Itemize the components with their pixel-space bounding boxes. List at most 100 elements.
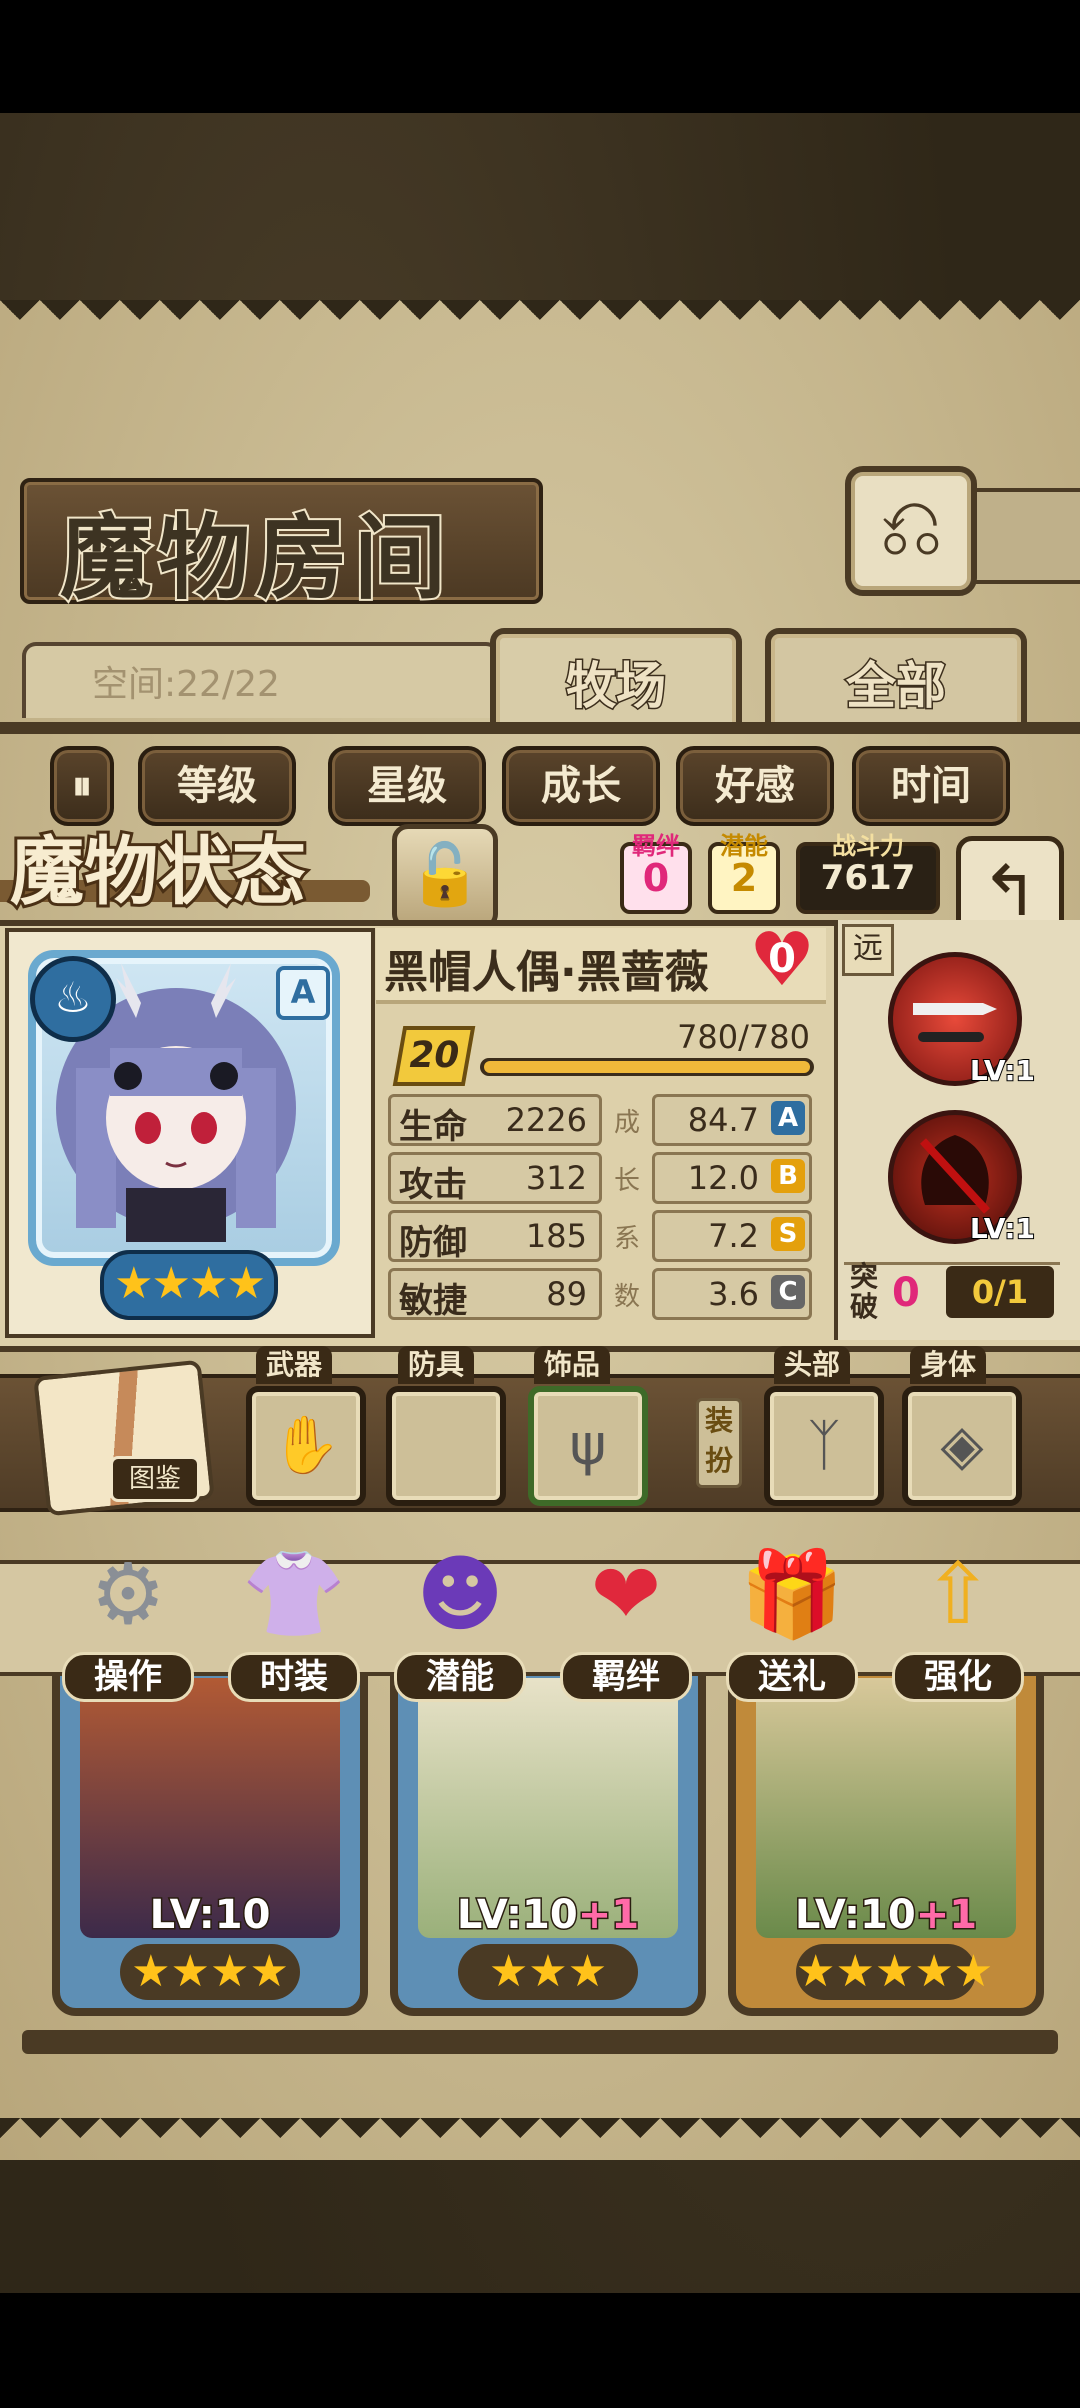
demon-potential-icon: ☻ xyxy=(416,1545,504,1643)
potential-counter: 潜能 2 xyxy=(708,832,780,914)
monster-name: 黑帽人偶·黑蔷薇 xyxy=(384,947,709,998)
combat-power-counter: 战斗力 7617 xyxy=(796,832,940,914)
pause-sort-icon: ⏸ xyxy=(72,763,92,809)
monster-stars: ★★★★ xyxy=(100,1250,278,1320)
stat-value: 312 xyxy=(525,1159,587,1197)
tab-divider xyxy=(0,722,1080,734)
bond-label: 羁绊 xyxy=(632,832,680,860)
monster-card-level: LV:10+1 xyxy=(398,1891,698,1940)
monster-card-level: LV:10+1 xyxy=(736,1891,1036,1940)
skill-1-level: LV:1 xyxy=(969,1053,1036,1088)
gear-icon: ⚙ xyxy=(90,1545,166,1643)
codex-label[interactable]: 图鉴 xyxy=(110,1456,200,1502)
growth-value: 12.0 xyxy=(687,1159,759,1197)
card-level-text: LV:10 xyxy=(148,1891,272,1940)
growth-value: 7.2 xyxy=(708,1217,759,1255)
monster-card-stars: ★★★ xyxy=(458,1944,638,2000)
action-button-2[interactable]: ☻ 潜能 xyxy=(394,1538,526,1702)
action-label: 操作 xyxy=(62,1652,194,1702)
skill-slot-1[interactable]: LV:1 xyxy=(888,952,1036,1088)
stat-name: 生命 xyxy=(399,1107,467,1147)
weapon-slot-label: 武器 xyxy=(256,1346,333,1384)
stat-row: 敏捷 89 xyxy=(388,1268,602,1321)
back-button-rail xyxy=(965,488,1080,584)
room-title: 魔物房间 xyxy=(58,502,453,614)
body-slot-label: 身体 xyxy=(910,1346,987,1384)
growth-coefficient-label: 成 长 系 数 xyxy=(612,1094,642,1326)
sort-button-stars[interactable]: 星级 xyxy=(328,746,486,826)
outfit-icon: 👚 xyxy=(241,1545,347,1643)
panel-torn-edge-top xyxy=(0,300,1080,340)
armor-slot-label: 防具 xyxy=(398,1346,475,1384)
exp-text: 780/780 xyxy=(677,1018,810,1056)
tab-ranch[interactable]: 牧场 xyxy=(490,628,742,734)
monster-card-level: LV:10 xyxy=(60,1891,360,1940)
growth-value: 84.7 xyxy=(687,1101,759,1139)
growth-label-char: 成 xyxy=(613,1108,640,1138)
growth-row: 12.0 B xyxy=(652,1152,812,1204)
tab-all[interactable]: 全部 xyxy=(765,628,1027,734)
rank-badge: A xyxy=(276,966,330,1020)
weapon-slot[interactable]: ✋ xyxy=(246,1386,366,1506)
body-crest-icon: ◈ xyxy=(940,1413,984,1478)
action-label: 时装 xyxy=(228,1652,360,1702)
monster-card-stars: ★★★★★ xyxy=(796,1944,993,2000)
potential-label: 潜能 xyxy=(720,832,768,860)
sort-button-growth[interactable]: 成长 xyxy=(502,746,660,826)
growth-label-char: 系 xyxy=(613,1224,640,1254)
action-button-5[interactable]: ⇧ 强化 xyxy=(892,1538,1024,1702)
accessory-slot-label: 饰品 xyxy=(534,1346,611,1384)
stat-name: 攻击 xyxy=(399,1165,467,1205)
action-button-3[interactable]: ❤ 羁绊 xyxy=(560,1538,692,1702)
panel-torn-edge-bottom xyxy=(0,2118,1080,2158)
skill-slot-2[interactable]: LV:1 xyxy=(888,1110,1036,1246)
padlock-icon: 🔓 xyxy=(407,840,483,910)
level-badge: 20 xyxy=(392,1026,476,1086)
skill-2-level: LV:1 xyxy=(969,1211,1036,1246)
sort-button-affection[interactable]: 好感 xyxy=(676,746,834,826)
hearts-bond-icon: ❤ xyxy=(590,1545,662,1643)
growth-grade-badge: C xyxy=(771,1275,805,1309)
sort-button-time[interactable]: 时间 xyxy=(852,746,1010,826)
breakthrough-label: 突破 xyxy=(850,1260,879,1323)
growth-label-char: 长 xyxy=(613,1166,640,1196)
action-button-4[interactable]: 🎁 送礼 xyxy=(726,1538,858,1702)
stat-value: 89 xyxy=(546,1275,587,1313)
growth-row: 3.6 C xyxy=(652,1268,812,1320)
accessory-slot[interactable]: ψ xyxy=(528,1386,648,1506)
action-button-1[interactable]: 👚 时装 xyxy=(228,1538,360,1702)
dress-up-label: 装扮 xyxy=(696,1398,742,1488)
stat-row: 攻击 312 xyxy=(388,1152,602,1205)
status-title: 魔物状态 xyxy=(7,826,309,918)
card-grid-bottom-rail xyxy=(22,2030,1058,2054)
combat-power-label: 战斗力 xyxy=(832,832,904,860)
card-level-plus: +1 xyxy=(576,1891,640,1940)
growth-row: 84.7 A xyxy=(652,1094,812,1146)
growth-grade-badge: S xyxy=(771,1217,805,1251)
fork-accessory-icon: ψ xyxy=(569,1413,607,1478)
growth-value: 3.6 xyxy=(708,1275,759,1313)
card-level-plus: +1 xyxy=(914,1891,978,1940)
action-button-0[interactable]: ⚙ 操作 xyxy=(62,1538,194,1702)
action-label: 强化 xyxy=(892,1652,1024,1702)
system-bottom-bar xyxy=(0,2293,1080,2408)
armor-slot[interactable] xyxy=(386,1386,506,1506)
monster-card-stars: ★★★★ xyxy=(120,1944,300,2000)
space-capacity-text: 空间:22/22 xyxy=(92,664,280,705)
stat-row: 生命 2226 xyxy=(388,1094,602,1147)
exp-bar-fill xyxy=(484,1061,810,1073)
stat-value: 2226 xyxy=(505,1101,587,1139)
lock-button[interactable]: 🔓 xyxy=(392,824,498,930)
return-arrow-icon: ⎌ xyxy=(879,480,943,573)
action-label: 送礼 xyxy=(726,1652,858,1702)
growth-grade-badge: A xyxy=(771,1101,805,1135)
room-back-button[interactable]: ⎌ xyxy=(845,466,977,596)
affection-value: 0 xyxy=(768,936,796,982)
head-slot-label: 头部 xyxy=(774,1346,851,1384)
water-element-icon: ♨ xyxy=(30,956,116,1042)
upgrade-arrows-icon: ⇧ xyxy=(922,1545,994,1643)
bond-counter: 羁绊 0 xyxy=(620,832,692,914)
head-slot[interactable]: ᛉ xyxy=(764,1386,884,1506)
body-slot[interactable]: ◈ xyxy=(902,1386,1022,1506)
card-level-text: LV:10 xyxy=(455,1891,579,1940)
